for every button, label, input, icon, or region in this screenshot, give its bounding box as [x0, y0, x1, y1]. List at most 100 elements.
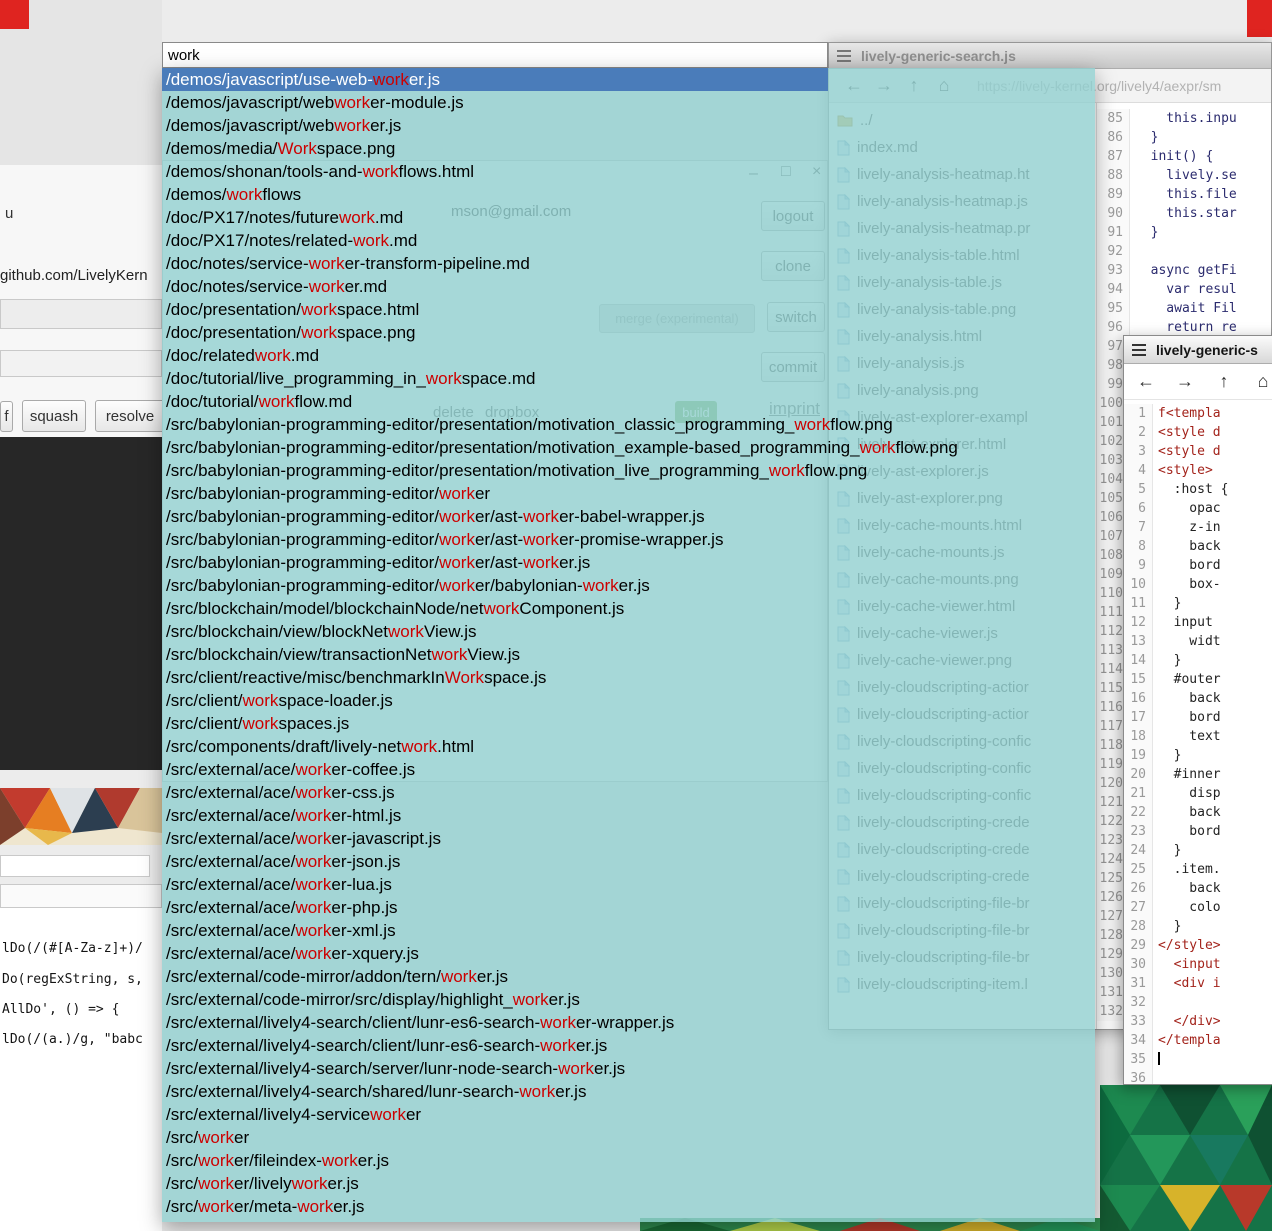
search-result-row[interactable]: /src/babylonian-programming-editor/prese… [162, 459, 1095, 482]
search-result-row[interactable]: /src/external/lively4-serviceworker [162, 1103, 1095, 1126]
squash-button[interactable]: squash [22, 400, 86, 432]
code-text: back [1153, 537, 1221, 556]
search-result-row[interactable]: /src/external/ace/worker-xml.js [162, 919, 1095, 942]
search-result-row[interactable]: /demos/javascript/webworker.js [162, 114, 1095, 137]
left-input-bar-2[interactable] [0, 350, 162, 377]
search-result-row[interactable]: /demos/media/Workspace.png [162, 137, 1095, 160]
code-line: 22 back [1124, 803, 1272, 822]
menu-icon[interactable] [1132, 344, 1146, 356]
search-result-row[interactable]: /doc/relatedwork.md [162, 344, 1095, 367]
search-result-row[interactable]: /doc/notes/service-worker-transform-pipe… [162, 252, 1095, 275]
code-text: box- [1153, 575, 1221, 594]
search-result-row[interactable]: /src/external/code-mirror/addon/tern/wor… [162, 965, 1095, 988]
search-result-path: /src/external/ace/worker-xml.js [166, 921, 396, 940]
search-result-path: /demos/workflows [166, 185, 301, 204]
search-input[interactable] [162, 42, 828, 68]
search-result-row[interactable]: /src/babylonian-programming-editor/worke… [162, 505, 1095, 528]
search-result-row[interactable]: /src/external/ace/worker-lua.js [162, 873, 1095, 896]
search-result-row[interactable]: /src/client/reactive/misc/benchmarkInWor… [162, 666, 1095, 689]
code-line: 87 init() { [1097, 147, 1271, 166]
search-result-row[interactable]: /src/client/workspace-loader.js [162, 689, 1095, 712]
left-field-bar-2[interactable] [0, 884, 162, 908]
search-result-row[interactable]: /src/babylonian-programming-editor/worke… [162, 528, 1095, 551]
line-number: 23 [1124, 822, 1153, 841]
code-line: 34 </templa [1124, 1031, 1272, 1050]
line-number: 95 [1097, 299, 1130, 318]
code-line: 4 <style> [1124, 461, 1272, 480]
github-link-text[interactable]: github.com/LivelyKern [0, 267, 148, 284]
search-result-row[interactable]: /src/worker/livelyworker.js [162, 1172, 1095, 1195]
search-result-row[interactable]: /src/worker [162, 1126, 1095, 1149]
search-result-path: /src/blockchain/model/blockchainNode/net… [166, 599, 624, 618]
code-editor[interactable]: 1 f<templa 2 <style d 3 <style d 4 <styl… [1124, 400, 1272, 1085]
search-result-path: /doc/tutorial/live_programming_in_worksp… [166, 369, 535, 388]
code-line: 26 back [1124, 879, 1272, 898]
code-line: 8 back [1124, 537, 1272, 556]
search-result-row[interactable]: /doc/notes/service-worker.md [162, 275, 1095, 298]
search-result-row[interactable]: /src/external/ace/worker-javascript.js [162, 827, 1095, 850]
code-line: 25 .item. [1124, 860, 1272, 879]
window-titlebar[interactable]: lively-generic-s [1124, 336, 1272, 364]
code-line: 12 input [1124, 613, 1272, 632]
search-result-path: /src/client/workspaces.js [166, 714, 349, 733]
search-result-row[interactable]: /demos/shonan/tools-and-workflows.html [162, 160, 1095, 183]
line-number: 3 [1124, 442, 1153, 461]
search-result-row[interactable]: /src/babylonian-programming-editor/worke… [162, 574, 1095, 597]
search-result-row[interactable]: /src/external/ace/worker-css.js [162, 781, 1095, 804]
search-result-row[interactable]: /src/blockchain/view/transactionNetworkV… [162, 643, 1095, 666]
search-result-row[interactable]: /src/babylonian-programming-editor/worke… [162, 482, 1095, 505]
search-result-row[interactable]: /src/external/lively4-search/client/lunr… [162, 1034, 1095, 1057]
search-result-row[interactable]: /demos/javascript/use-web-worker.js [162, 68, 1095, 91]
search-result-path: /src/external/ace/worker-xquery.js [166, 944, 419, 963]
code-line: 29 </style> [1124, 936, 1272, 955]
search-result-row[interactable]: /demos/javascript/webworker-module.js [162, 91, 1095, 114]
search-result-path: /src/external/code-mirror/src/display/hi… [166, 990, 580, 1009]
search-result-path: /doc/presentation/workspace.html [166, 300, 419, 319]
search-result-row[interactable]: /doc/tutorial/workflow.md [162, 390, 1095, 413]
line-number: 31 [1124, 974, 1153, 993]
search-result-row[interactable]: /src/external/code-mirror/src/display/hi… [162, 988, 1095, 1011]
search-result-row[interactable]: /doc/presentation/workspace.png [162, 321, 1095, 344]
code-fragment: AllDo', () => { [2, 1002, 119, 1017]
code-line: 31 <div i [1124, 974, 1272, 993]
search-result-row[interactable]: /doc/presentation/workspace.html [162, 298, 1095, 321]
search-result-row[interactable]: /demos/workflows [162, 183, 1095, 206]
resolve-button[interactable]: resolve [95, 400, 162, 432]
line-number: 9 [1124, 556, 1153, 575]
search-result-row[interactable]: /src/client/workspaces.js [162, 712, 1095, 735]
search-result-row[interactable]: /src/worker/meta-worker.js [162, 1195, 1095, 1218]
search-result-row[interactable]: /src/external/lively4-search/client/lunr… [162, 1011, 1095, 1034]
terminal-panel[interactable] [0, 437, 162, 770]
search-result-path: /demos/media/Workspace.png [166, 139, 395, 158]
search-result-row[interactable]: /src/worker/fileindex-worker.js [162, 1149, 1095, 1172]
search-result-row[interactable]: /src/babylonian-programming-editor/prese… [162, 436, 1095, 459]
search-result-row[interactable]: /src/blockchain/model/blockchainNode/net… [162, 597, 1095, 620]
search-result-row[interactable]: /src/external/ace/worker-xquery.js [162, 942, 1095, 965]
up-icon[interactable]: ↑ [1212, 371, 1236, 392]
search-result-row[interactable]: /src/external/ace/worker-html.js [162, 804, 1095, 827]
search-result-row[interactable]: /src/external/lively4-search/server/lunr… [162, 1057, 1095, 1080]
search-result-row[interactable]: /src/external/ace/worker-json.js [162, 850, 1095, 873]
home-icon[interactable]: ⌂ [1251, 371, 1272, 392]
back-icon[interactable]: ← [1134, 371, 1158, 392]
search-result-row[interactable]: /src/babylonian-programming-editor/worke… [162, 551, 1095, 574]
line-number: 21 [1124, 784, 1153, 803]
code-line: 89 this.file [1097, 185, 1271, 204]
left-input-bar[interactable] [0, 299, 162, 329]
clipped-button[interactable]: f [0, 401, 13, 432]
search-result-row[interactable]: /src/babylonian-programming-editor/prese… [162, 413, 1095, 436]
search-result-row[interactable]: /src/external/lively4-search/shared/lunr… [162, 1080, 1095, 1103]
left-field-bar[interactable] [0, 855, 150, 877]
search-result-row[interactable]: /src/external/ace/worker-php.js [162, 896, 1095, 919]
code-line: 11 } [1124, 594, 1272, 613]
search-result-row[interactable]: /src/components/draft/lively-network.htm… [162, 735, 1095, 758]
code-line: 24 } [1124, 841, 1272, 860]
code-text: lively.se [1130, 166, 1237, 185]
search-result-row[interactable]: /src/external/ace/worker-coffee.js [162, 758, 1095, 781]
search-result-row[interactable]: /doc/PX17/notes/futurework.md [162, 206, 1095, 229]
search-result-row[interactable]: /doc/tutorial/live_programming_in_worksp… [162, 367, 1095, 390]
search-result-row[interactable]: /src/blockchain/view/blockNetworkView.js [162, 620, 1095, 643]
code-line: 28 } [1124, 917, 1272, 936]
search-result-row[interactable]: /doc/PX17/notes/related-work.md [162, 229, 1095, 252]
forward-icon[interactable]: → [1173, 371, 1197, 392]
